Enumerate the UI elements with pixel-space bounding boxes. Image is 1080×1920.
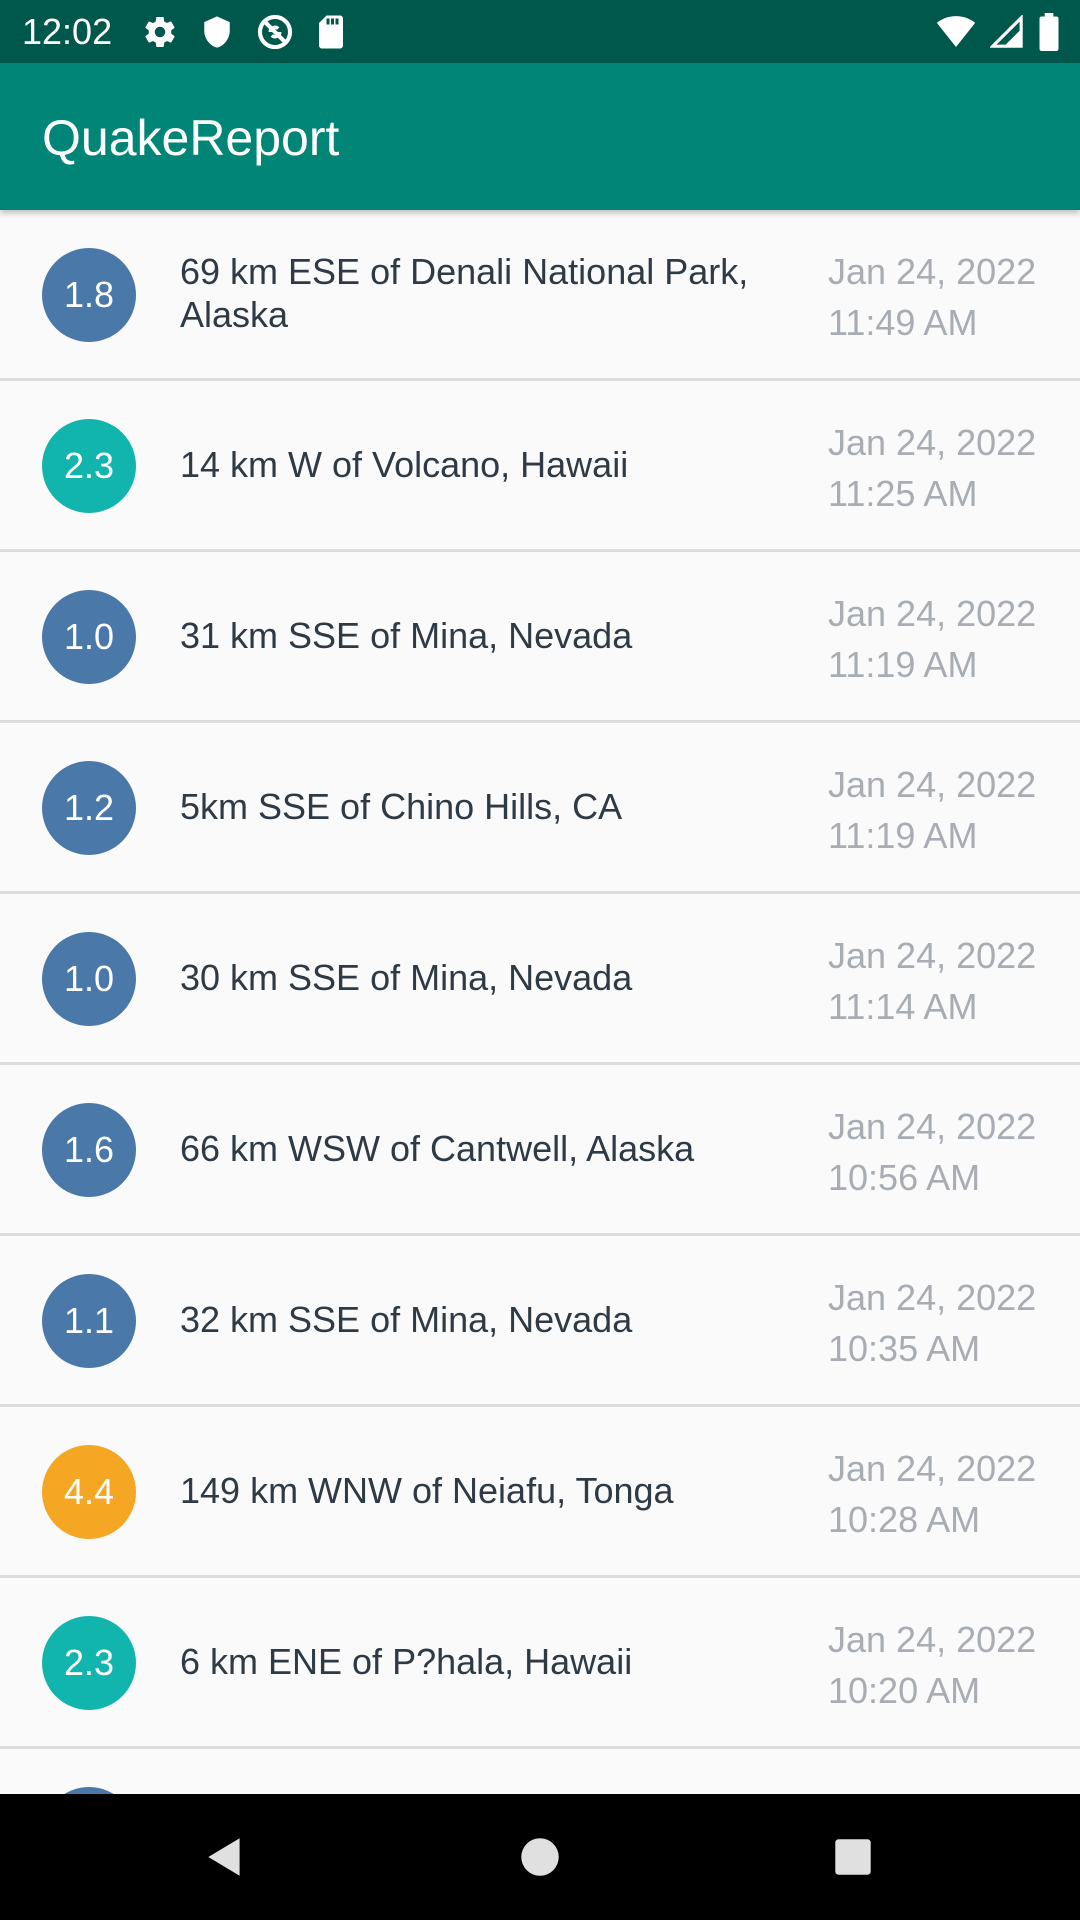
date-time-block: Jan 24, 2022 11:14 AM bbox=[828, 930, 1068, 1032]
time-text: 11:25 AM bbox=[828, 473, 978, 514]
location-text: 30 km SSE of Mina, Nevada bbox=[180, 956, 780, 999]
location-text: 149 km WNW of Neiafu, Tonga bbox=[180, 1469, 780, 1512]
time-text: 11:14 AM bbox=[828, 986, 978, 1027]
earthquake-list[interactable]: 1.8 69 km ESE of Denali National Park, Ala… bbox=[0, 210, 1080, 1794]
time-text: 10:56 AM bbox=[828, 1157, 981, 1198]
wifi-icon bbox=[936, 15, 976, 49]
magnitude-circle bbox=[42, 1787, 136, 1794]
date-text: Jan 24, 2022 bbox=[828, 593, 1037, 634]
location-line: 5km SSE of Chino Hills, CA bbox=[180, 786, 623, 827]
signal-icon bbox=[990, 15, 1024, 49]
status-icons-right bbox=[936, 12, 1060, 52]
location-text: 6 km ENE of P?hala, Hawaii bbox=[180, 1640, 780, 1683]
sd-card-icon bbox=[316, 14, 346, 50]
location-text: 32 km SSE of Mina, Nevada bbox=[180, 1298, 780, 1341]
magnitude-circle: 4.4 bbox=[42, 1445, 136, 1539]
date-text: Jan 24, 2022 bbox=[828, 251, 1037, 292]
magnitude-circle: 1.1 bbox=[42, 1274, 136, 1368]
app-title: QuakeReport bbox=[42, 110, 340, 166]
magnitude-circle: 1.0 bbox=[42, 932, 136, 1026]
date-time-block: Jan 24, 2022 11:19 AM bbox=[828, 759, 1068, 861]
magnitude-circle: 1.8 bbox=[42, 248, 136, 342]
date-time-block: Jan 24, 2022 11:49 AM bbox=[828, 246, 1068, 348]
date-time-block: Jan 24, 2022 10:28 AM bbox=[828, 1443, 1068, 1545]
location-line: 14 km W of Volcano, Hawaii bbox=[180, 444, 629, 485]
date-text: Jan 24, 2022 bbox=[828, 422, 1037, 463]
location-text: 69 km ESE of Denali National Park, Alaska bbox=[180, 250, 780, 336]
date-text: Jan 24, 2022 bbox=[828, 1277, 1037, 1318]
earthquake-list-item[interactable]: 1.6 66 km WSW of Cantwell, Alaska Jan 24, … bbox=[0, 1065, 1080, 1236]
location-text: 66 km WSW of Cantwell, Alaska bbox=[180, 1127, 780, 1170]
screen: 12:02 QuakeReport 1.8 69 km ESE of Denal… bbox=[0, 0, 1080, 1920]
location-line: 69 km ESE of Denali National Park, bbox=[180, 251, 749, 292]
home-icon[interactable] bbox=[515, 1832, 565, 1882]
magnitude-circle: 1.6 bbox=[42, 1103, 136, 1197]
location-line: 32 km SSE of Mina, Nevada bbox=[180, 1299, 633, 1340]
date-time-block: Jan 24, 2022 10:56 AM bbox=[828, 1101, 1068, 1203]
location-line: 149 km WNW of Neiafu, Tonga bbox=[180, 1470, 674, 1511]
location-text: 14 km W of Volcano, Hawaii bbox=[180, 443, 780, 486]
location-line: 66 km WSW of Cantwell, Alaska bbox=[180, 1128, 695, 1169]
magnitude-circle: 1.2 bbox=[42, 761, 136, 855]
earthquake-list-item[interactable]: 1.0 31 km SSE of Mina, Nevada Jan 24, 2022… bbox=[0, 552, 1080, 723]
shield-icon bbox=[200, 14, 234, 50]
date-time-block: Jan 24, 2022 11:25 AM bbox=[828, 417, 1068, 519]
location-line: 6 km ENE of P?hala, Hawaii bbox=[180, 1641, 633, 1682]
location-text: 31 km SSE of Mina, Nevada bbox=[180, 614, 780, 657]
battery-icon bbox=[1038, 13, 1060, 51]
settings-icon bbox=[142, 14, 178, 50]
location-line: 31 km SSE of Mina, Nevada bbox=[180, 615, 633, 656]
earthquake-list-item[interactable]: 2.3 14 km W of Volcano, Hawaii Jan 24, 202… bbox=[0, 381, 1080, 552]
date-time-block: Jan 24, 2022 10:20 AM bbox=[828, 1614, 1068, 1716]
earthquake-list-item[interactable]: 1.2 5km SSE of Chino Hills, CA Jan 24, 202… bbox=[0, 723, 1080, 894]
earthquake-list-item[interactable]: 1.1 32 km SSE of Mina, Nevada Jan 24, 2022… bbox=[0, 1236, 1080, 1407]
magnitude-circle: 2.3 bbox=[42, 419, 136, 513]
date-text: Jan 24, 2022 bbox=[828, 1619, 1037, 1660]
back-icon[interactable] bbox=[200, 1832, 250, 1882]
time-text: 10:28 AM bbox=[828, 1499, 981, 1540]
earthquake-list-item[interactable]: 1.8 69 km ESE of Denali National Park, Ala… bbox=[0, 210, 1080, 381]
location-line: Alaska bbox=[180, 294, 289, 335]
earthquake-list-item[interactable]: 1.0 30 km SSE of Mina, Nevada Jan 24, 2022… bbox=[0, 894, 1080, 1065]
app-bar: QuakeReport bbox=[0, 63, 1080, 210]
navigation-bar bbox=[0, 1794, 1080, 1920]
no-sync-icon bbox=[256, 13, 294, 51]
recents-icon[interactable] bbox=[828, 1832, 878, 1882]
magnitude-circle: 2.3 bbox=[42, 1616, 136, 1710]
location-text: 5km SSE of Chino Hills, CA bbox=[180, 785, 780, 828]
earthquake-list-item[interactable]: 4.4 149 km WNW of Neiafu, Tonga Jan 24, 20… bbox=[0, 1407, 1080, 1578]
time-text: 11:19 AM bbox=[828, 815, 978, 856]
time-text: 11:49 AM bbox=[828, 302, 978, 343]
date-text: Jan 24, 2022 bbox=[828, 764, 1037, 805]
earthquake-list-item[interactable]: 2.3 6 km ENE of P?hala, Hawaii Jan 24, 202… bbox=[0, 1578, 1080, 1749]
date-time-block: Jan 24, 2022 10:35 AM bbox=[828, 1272, 1068, 1374]
earthquake-list-item-partial[interactable] bbox=[0, 1749, 1080, 1794]
date-text: Jan 24, 2022 bbox=[828, 935, 1037, 976]
date-text: Jan 24, 2022 bbox=[828, 1448, 1037, 1489]
time-text: 10:20 AM bbox=[828, 1670, 981, 1711]
time-text: 11:19 AM bbox=[828, 644, 978, 685]
date-text: Jan 24, 2022 bbox=[828, 1106, 1037, 1147]
status-bar: 12:02 bbox=[0, 0, 1080, 63]
time-text: 10:35 AM bbox=[828, 1328, 981, 1369]
magnitude-circle: 1.0 bbox=[42, 590, 136, 684]
location-line: 30 km SSE of Mina, Nevada bbox=[180, 957, 633, 998]
date-time-block: Jan 24, 2022 11:19 AM bbox=[828, 588, 1068, 690]
status-icons-left bbox=[142, 12, 346, 52]
status-time: 12:02 bbox=[22, 11, 113, 52]
